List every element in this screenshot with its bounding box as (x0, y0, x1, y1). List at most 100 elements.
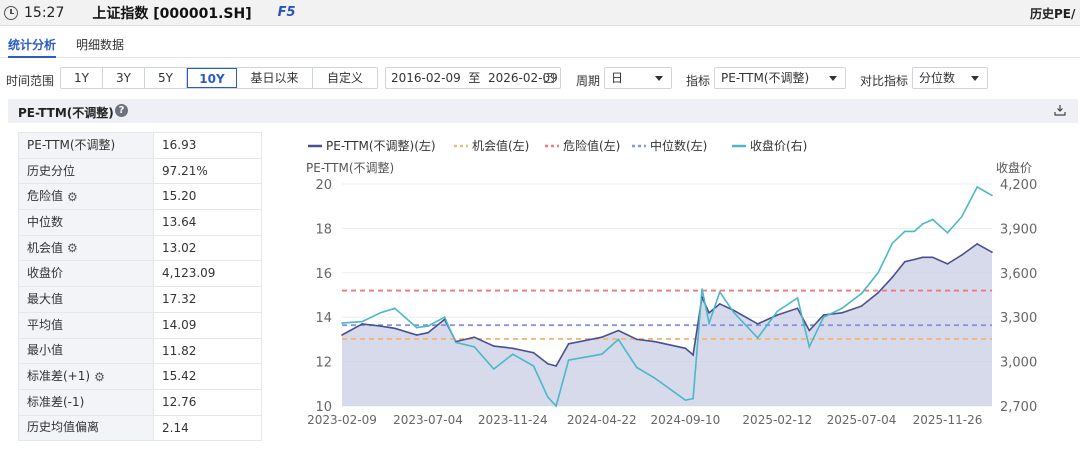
legend-label: PE-TTM(不调整)(左) (326, 138, 436, 153)
range-5y-button[interactable]: 5Y (145, 68, 187, 88)
pe-point (841, 311, 843, 314)
pe-point (960, 254, 963, 256)
pe-point (921, 256, 924, 259)
stats-row: 标准差(-1) 12.76 (18, 389, 262, 416)
y-tick-right: 4,200 (1000, 178, 1037, 193)
close-point (756, 337, 759, 339)
pe-point (493, 345, 495, 347)
range-1y-button[interactable]: 1Y (61, 68, 103, 88)
close-point (415, 326, 418, 329)
stats-key-label: 最大值 (27, 291, 64, 306)
stats-key: 收盘价 (19, 261, 154, 287)
compare-label: 对比指标 (860, 74, 909, 88)
close-point (567, 359, 570, 361)
stats-key: 危险值 ⚙ (19, 184, 154, 210)
close-point (921, 223, 924, 225)
stats-row: PE-TTM(不调整) 16.93 (18, 133, 262, 159)
stats-key-label: 平均值 (27, 317, 64, 332)
pe-point (567, 343, 570, 345)
close-point (635, 366, 638, 369)
pe-chart: PE-TTM(不调整)(左) 机会值(左) 危险值(左) 中位数(左) 收盘价(右) PE… (306, 138, 1037, 427)
close-point (455, 341, 457, 344)
y-tick-right: 3,600 (1000, 267, 1037, 282)
stats-row: 收盘价 4,123.09 (18, 261, 262, 288)
close-point (796, 297, 799, 299)
range-custom-button[interactable]: 自定义 (313, 68, 377, 88)
stats-row: 历史分位 97.21% (18, 158, 262, 185)
y-axis-left-title: PE-TTM(不调整) (306, 160, 394, 175)
stats-key: 平均值 (19, 312, 154, 338)
f5-shortcut-label: F5 (277, 5, 296, 20)
pe-point (653, 340, 656, 343)
close-point (546, 396, 549, 398)
pe-point (946, 263, 949, 265)
pe-point (913, 258, 916, 261)
close-point (860, 292, 863, 295)
compare-value: 分位数 (919, 71, 956, 85)
pe-point (860, 305, 863, 307)
close-point (532, 365, 535, 367)
y-tick-left: 14 (315, 311, 332, 326)
stats-row: 历史均值偏离 2.14 (18, 415, 262, 442)
calendar-icon[interactable] (544, 73, 554, 83)
pe-point (443, 318, 446, 321)
stats-value: 2.14 (162, 420, 189, 435)
pe-point (379, 325, 382, 327)
y-tick-left: 20 (315, 178, 332, 193)
stats-row: 平均值 14.09 (18, 312, 262, 339)
close-point (701, 288, 703, 290)
stats-row: 机会值 ⚙ 13.02 (18, 235, 262, 262)
stats-key: 历史分位 (19, 158, 154, 184)
stats-key: 最小值 (19, 338, 154, 364)
pe-point (512, 347, 514, 350)
close-point (653, 377, 656, 379)
stats-key: 中位数 (19, 210, 154, 235)
y-tick-right: 2,700 (1000, 400, 1037, 415)
tab-bar: 统计分析 明细数据 (0, 30, 1080, 58)
tab-statistics[interactable]: 统计分析 (8, 36, 57, 58)
stats-key: 历史均值偏离 (19, 415, 154, 441)
stats-row: 最大值 17.32 (18, 287, 262, 313)
stats-key-label: 标准差(+1) (27, 369, 91, 384)
stats-key-label: 历史分位 (27, 163, 76, 178)
range-3y-button[interactable]: 3Y (103, 68, 145, 88)
date-range-picker[interactable]: 2016-02-09 至 2026-02-09 (385, 67, 561, 89)
help-icon[interactable]: ? (115, 104, 128, 117)
close-point (473, 346, 476, 348)
close-point (904, 230, 906, 233)
gear-icon[interactable]: ⚙ (67, 191, 78, 203)
stats-value: 15.20 (162, 189, 197, 204)
download-icon[interactable] (1054, 104, 1066, 116)
stats-key-label: 标准差(-1) (27, 394, 85, 409)
gear-icon[interactable]: ⚙ (67, 242, 78, 254)
chevron-down-icon (829, 76, 837, 81)
x-tick: 2023-07-04 (393, 413, 463, 427)
close-point (708, 322, 710, 324)
close-point (733, 311, 735, 314)
stats-value: 13.02 (162, 240, 197, 255)
stats-key-label: PE-TTM(不调整) (27, 137, 116, 152)
range-10y-button[interactable]: 10Y (187, 68, 237, 88)
x-tick: 2025-11-26 (913, 413, 983, 427)
pe-point (427, 331, 429, 334)
x-tick: 2024-09-10 (651, 413, 721, 427)
indicator-select[interactable]: PE-TTM(不调整) (714, 67, 846, 89)
range-since-base-button[interactable]: 基日以来 (237, 68, 313, 88)
close-point (512, 353, 514, 355)
stats-value: 4,123.09 (162, 266, 216, 281)
pe-point (976, 243, 978, 245)
panel-header: PE-TTM(不调整) ? (8, 99, 1078, 123)
stats-key-label: 中位数 (27, 214, 64, 229)
y-tick-left: 12 (315, 356, 332, 371)
period-select[interactable]: 日 (604, 67, 672, 89)
pe-point (684, 347, 687, 350)
tab-details[interactable]: 明细数据 (76, 36, 124, 53)
indicator-label: 指标 (686, 74, 711, 88)
chevron-down-icon (655, 76, 663, 81)
compare-select[interactable]: 分位数 (912, 67, 988, 89)
pe-point (718, 303, 721, 305)
gear-icon[interactable]: ⚙ (94, 371, 105, 383)
close-point (976, 186, 978, 188)
title-bar: 15:27 上证指数 [000001.SH] F5 历史PE/ (0, 0, 1080, 26)
x-tick: 2025-02-12 (742, 413, 812, 427)
